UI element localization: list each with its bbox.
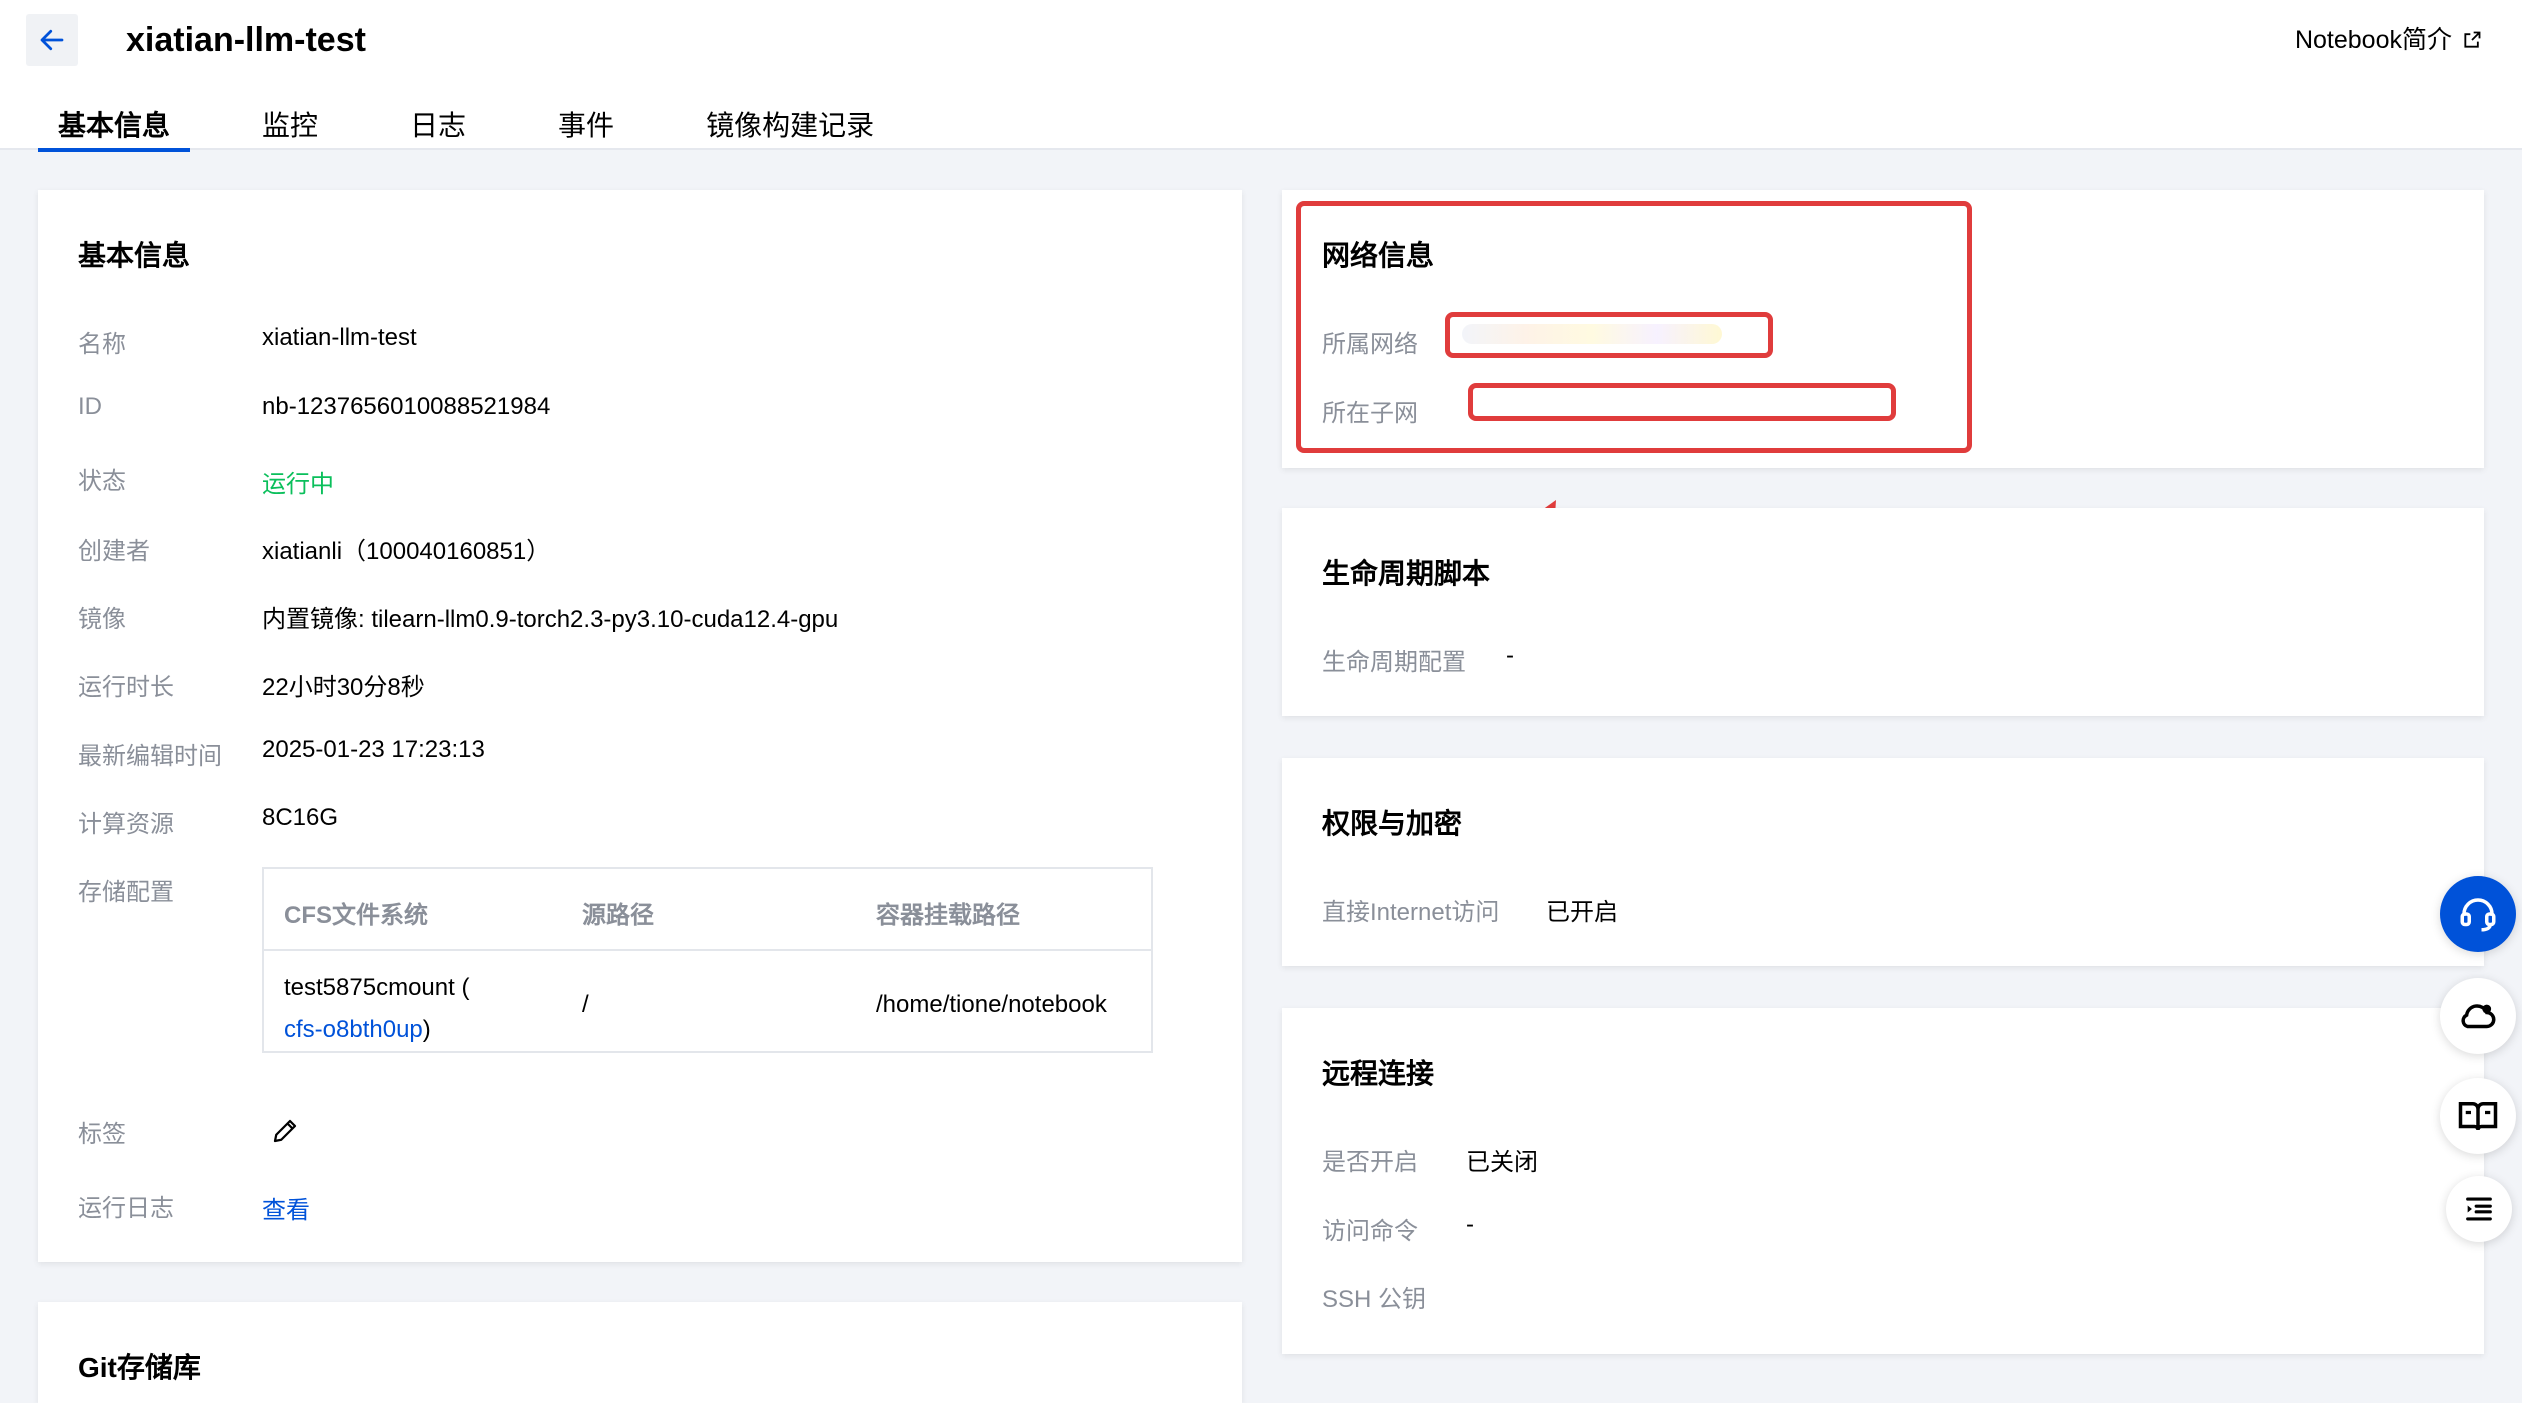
image-value: 内置镜像: tilearn-llm0.9-torch2.3-py3.10-cud…: [262, 606, 839, 633]
remote-enabled-label: 是否开启: [1322, 1149, 1418, 1176]
id-value: nb-1237656010088521984: [262, 393, 551, 420]
permissions-title: 权限与加密: [1322, 808, 1463, 839]
name-label: 名称: [78, 331, 126, 358]
ssh-key-label: SSH 公钥: [1322, 1286, 1427, 1313]
cloud-user-icon: [2461, 1004, 2496, 1029]
git-repo-card: Git存储库: [38, 1302, 1242, 1403]
headset-icon: [2460, 898, 2496, 932]
cfs-id-line: cfs-o8bth0up): [284, 1009, 469, 1051]
network-highlight-box: [1296, 201, 1972, 453]
external-link-icon: [2464, 31, 2481, 48]
last-edit-label: 最新编辑时间: [78, 743, 222, 770]
run-log-label: 运行日志: [78, 1195, 174, 1222]
internet-access-value: 已开启: [1546, 899, 1618, 926]
docs-button[interactable]: [2440, 1078, 2516, 1154]
name-value: xiatian-llm-test: [262, 324, 417, 351]
mount-path-cell: /home/tione/notebook: [876, 991, 1107, 1018]
back-button[interactable]: [26, 14, 78, 66]
remote-enabled-value: 已关闭: [1466, 1149, 1538, 1176]
cfs-close-paren: ): [422, 1016, 431, 1043]
edit-tags-button[interactable]: [270, 1116, 306, 1152]
image-label: 镜像: [78, 606, 126, 633]
status-badge: 运行中: [262, 471, 334, 498]
outline-button[interactable]: [2446, 1176, 2512, 1242]
notebook-intro-label: Notebook简介: [2294, 26, 2452, 54]
lifecycle-card: 生命周期脚本 生命周期配置 -: [1282, 508, 2484, 716]
col-source-path: 源路径: [582, 902, 654, 929]
git-repo-title: Git存储库: [78, 1352, 201, 1383]
last-edit-value: 2025-01-23 17:23:13: [262, 736, 485, 763]
storage-table: CFS文件系统 源路径 容器挂载路径 test5875cmount ( cfs-…: [262, 867, 1153, 1053]
col-mount-path: 容器挂载路径: [876, 902, 1020, 929]
page-title: xiatian-llm-test: [126, 21, 366, 59]
lifecycle-title: 生命周期脚本: [1322, 558, 1491, 589]
cfs-name: test5875cmount (: [284, 974, 470, 1001]
storage-table-header: CFS文件系统 源路径 容器挂载路径: [264, 869, 1151, 951]
lifecycle-config-value: -: [1506, 642, 1514, 669]
top-bar: xiatian-llm-test Notebook简介 基本信息 监控 日志 事…: [0, 0, 2522, 152]
remote-connection-card: 远程连接 是否开启 已关闭 访问命令 - SSH 公钥: [1282, 1008, 2484, 1354]
creator-label: 创建者: [78, 538, 150, 565]
permissions-card: 权限与加密 直接Internet访问 已开启: [1282, 758, 2484, 966]
cfs-id-link[interactable]: cfs-o8bth0up: [284, 1016, 423, 1043]
lifecycle-config-label: 生命周期配置: [1322, 649, 1466, 676]
creator-value: xiatianli（100040160851）: [262, 538, 551, 565]
basic-info-card: 基本信息 名称 xiatian-llm-test ID nb-123765601…: [38, 190, 1242, 1262]
access-command-label: 访问命令: [1322, 1218, 1418, 1245]
book-icon: [2458, 1102, 2498, 1131]
tab-basic-info[interactable]: 基本信息: [38, 96, 191, 152]
tab-logs[interactable]: 日志: [390, 96, 486, 150]
tab-bar: 基本信息 监控 日志 事件 镜像构建记录: [38, 96, 946, 152]
col-cfs: CFS文件系统: [284, 902, 428, 929]
notebook-intro-link[interactable]: Notebook简介: [2295, 22, 2482, 58]
access-command-value: -: [1466, 1211, 1474, 1238]
compute-value: 8C16G: [262, 804, 339, 831]
table-row: test5875cmount ( cfs-o8bth0up) / /home/t…: [264, 951, 1151, 1055]
cfs-cell: test5875cmount ( cfs-o8bth0up): [284, 967, 469, 1051]
runtime-label: 运行时长: [78, 674, 174, 701]
storage-label: 存储配置: [78, 879, 174, 906]
pencil-icon: [273, 1119, 297, 1143]
status-label: 状态: [78, 468, 126, 495]
tab-monitoring[interactable]: 监控: [242, 96, 338, 150]
arrow-left-icon: [40, 29, 64, 51]
tab-image-build-records[interactable]: 镜像构建记录: [686, 96, 894, 150]
tab-events[interactable]: 事件: [538, 96, 634, 150]
menu-indent-icon: [2466, 1197, 2492, 1221]
support-button[interactable]: [2440, 876, 2516, 952]
tags-label: 标签: [78, 1121, 126, 1148]
view-log-link[interactable]: 查看: [262, 1190, 310, 1225]
runtime-value: 22小时30分8秒: [262, 674, 425, 701]
remote-connection-title: 远程连接: [1322, 1058, 1435, 1089]
source-path-cell: /: [582, 991, 589, 1018]
cloud-assistant-button[interactable]: [2440, 978, 2516, 1054]
basic-info-title: 基本信息: [78, 240, 191, 271]
compute-label: 计算资源: [78, 811, 174, 838]
internet-access-label: 直接Internet访问: [1322, 899, 1500, 926]
id-label: ID: [78, 393, 102, 420]
